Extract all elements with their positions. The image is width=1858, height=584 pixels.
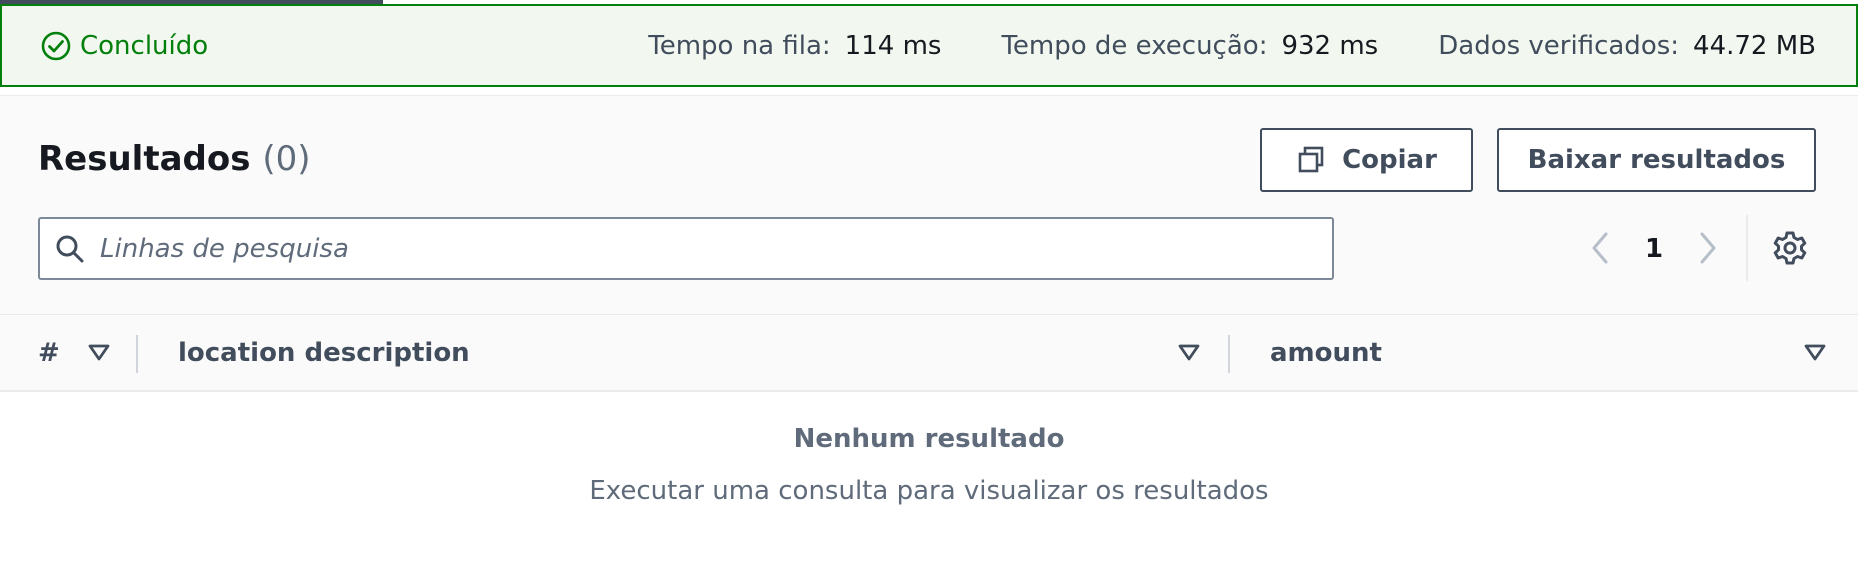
previous-page-button[interactable]: [1582, 225, 1618, 271]
metric-value: 44.72 MB: [1693, 30, 1816, 61]
results-title: Resultados: [38, 139, 251, 179]
column-header-amount[interactable]: amount: [1270, 315, 1382, 391]
results-panel: Resultados (0) Copiar Baixar resultados …: [0, 95, 1858, 584]
preferences-button[interactable]: [1770, 228, 1810, 268]
chevron-left-icon: [1592, 232, 1608, 264]
results-heading: Resultados (0): [38, 139, 310, 179]
column-resizer[interactable]: [136, 335, 138, 373]
column-header-index[interactable]: #: [38, 315, 60, 391]
sort-down-icon[interactable]: [86, 339, 112, 365]
metric-label: Tempo de execução:: [1001, 30, 1268, 61]
download-button-label: Baixar resultados: [1527, 145, 1786, 175]
empty-state-description: Executar uma consulta para visualizar os…: [589, 476, 1269, 506]
search-input[interactable]: [100, 223, 1300, 274]
download-results-button[interactable]: Baixar resultados: [1497, 128, 1816, 192]
copy-button-label: Copiar: [1342, 145, 1437, 175]
status-metrics: Tempo na fila: 114 ms Tempo de execução:…: [588, 6, 1816, 85]
sort-down-icon[interactable]: [1176, 339, 1202, 365]
metric-label: Tempo na fila:: [648, 30, 831, 61]
metric-value: 932 ms: [1281, 30, 1379, 61]
metric-run-time: Tempo de execução: 932 ms: [1001, 31, 1378, 61]
metric-queue-time: Tempo na fila: 114 ms: [648, 31, 941, 61]
panel-divider: [0, 95, 1858, 96]
metric-value: 114 ms: [844, 30, 942, 61]
table-body: Nenhum resultado Executar uma consulta p…: [0, 392, 1858, 584]
results-count: (0): [262, 139, 311, 179]
check-circle-icon: [41, 31, 71, 60]
metric-data-scanned: Dados verificados: 44.72 MB: [1438, 31, 1816, 61]
copy-icon: [1298, 146, 1324, 173]
column-resizer[interactable]: [1228, 335, 1230, 373]
metric-label: Dados verificados:: [1438, 30, 1680, 61]
next-page-button[interactable]: [1690, 225, 1726, 271]
column-label: amount: [1270, 338, 1382, 368]
current-page-number[interactable]: 1: [1640, 227, 1668, 271]
chevron-right-icon: [1700, 232, 1716, 264]
pager-divider: [1746, 215, 1748, 281]
column-label: location description: [178, 338, 470, 368]
status-indicator: Concluído: [40, 30, 208, 62]
empty-state-title: Nenhum resultado: [793, 424, 1065, 454]
status-label: Concluído: [80, 30, 209, 61]
gear-icon: [1773, 231, 1807, 265]
copy-button[interactable]: Copiar: [1260, 128, 1473, 192]
table-header: # location description amount: [0, 314, 1858, 392]
search-box[interactable]: [38, 217, 1334, 280]
column-header-location-description[interactable]: location description: [178, 315, 470, 391]
search-icon: [56, 235, 84, 262]
sort-down-icon[interactable]: [1802, 339, 1828, 365]
column-label: #: [38, 338, 60, 368]
query-status-bar: Concluído Tempo na fila: 114 ms Tempo de…: [0, 4, 1858, 87]
